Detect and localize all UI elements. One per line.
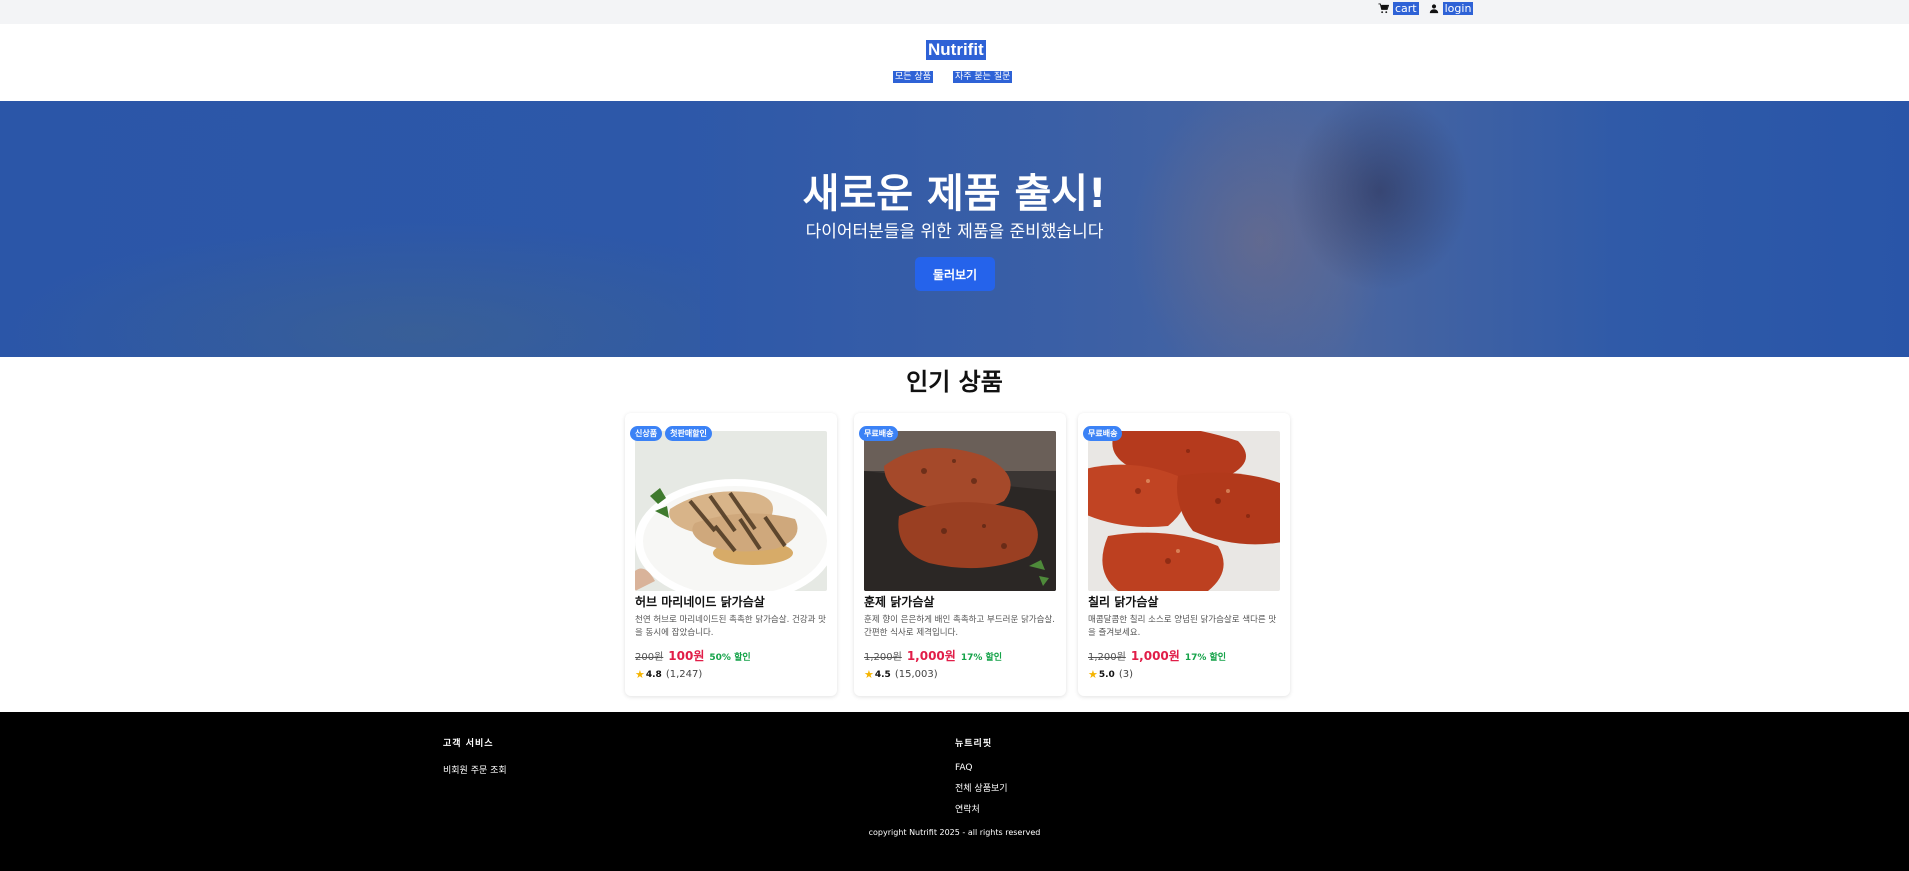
original-price: 1,200원	[864, 652, 902, 663]
product-description: 천연 허브로 마리네이드된 촉촉한 닭가슴살. 건강과 맛을 동시에 잡았습니다…	[635, 615, 826, 638]
product-card[interactable]: 신상품 첫판매할인 허브 마리네이드 닭가슴살 천연 허브로 마리네이드된 촉촉…	[625, 413, 837, 696]
product-card[interactable]: 무료배송 훈제 닭가슴살 훈제 향이 은은하게 배인 촉촉하고 부드러운 닭가슴…	[854, 413, 1066, 696]
utility-links: cart login	[1378, 2, 1474, 15]
product-price: 1,200원 1,000원 17% 할인	[864, 647, 1002, 664]
original-price: 1,200원	[1088, 652, 1126, 663]
cart-label[interactable]: cart	[1393, 2, 1419, 15]
star-icon: ★	[864, 668, 874, 681]
footer-link-all-products[interactable]: 전체 상품보기	[955, 781, 1008, 794]
sale-price: 1,000원	[906, 649, 956, 663]
top-utility-bar: cart login	[0, 0, 1909, 24]
main-nav: 모든 상품 자주 묻는 질문	[893, 71, 1013, 83]
product-image[interactable]	[864, 431, 1056, 591]
hero-title: 새로운 제품 출시!	[802, 171, 1107, 217]
product-description: 훈제 향이 은은하게 배인 촉촉하고 부드러운 닭가슴살. 간편한 식사로 제격…	[864, 615, 1055, 638]
product-rating: ★ 4.5 (15,003)	[864, 668, 938, 681]
login-label[interactable]: login	[1442, 2, 1474, 15]
cart-link[interactable]: cart	[1378, 2, 1419, 15]
footer-link-guest-order[interactable]: 비회원 주문 조회	[443, 763, 507, 776]
product-image[interactable]	[1088, 431, 1280, 591]
badge-free-shipping: 무료배송	[1083, 426, 1123, 441]
discount-rate: 17% 할인	[960, 653, 1003, 663]
cart-icon	[1378, 3, 1389, 14]
nav-all-products[interactable]: 모든 상품	[893, 71, 933, 83]
product-badges: 무료배송	[1083, 426, 1123, 441]
badge-free-shipping: 무료배송	[859, 426, 899, 441]
product-name[interactable]: 훈제 닭가슴살	[864, 593, 934, 610]
discount-rate: 17% 할인	[1184, 653, 1227, 663]
product-price: 1,200원 1,000원 17% 할인	[1088, 647, 1226, 664]
review-count: (15,003)	[894, 669, 938, 680]
review-count: (1,247)	[665, 669, 703, 680]
star-icon: ★	[635, 668, 645, 681]
discount-rate: 50% 할인	[709, 653, 751, 663]
browse-button[interactable]: 둘러보기	[915, 257, 995, 291]
product-badges: 무료배송	[859, 426, 899, 441]
footer-heading: 고객 서비스	[443, 739, 494, 749]
original-price: 200원	[635, 652, 664, 663]
login-link[interactable]: login	[1429, 2, 1474, 15]
site-footer: 고객 서비스 비회원 주문 조회 뉴트리핏 FAQ 전체 상품보기 연락처 co…	[0, 712, 1909, 871]
product-name[interactable]: 허브 마리네이드 닭가슴살	[635, 593, 765, 610]
rating-score: 4.5	[874, 669, 891, 680]
star-icon: ★	[1088, 668, 1098, 681]
footer-customer-service: 고객 서비스 비회원 주문 조회	[443, 736, 507, 784]
badge-first-sale: 첫판매할인	[665, 426, 712, 441]
hero-banner: 새로운 제품 출시! 다이어터분들을 위한 제품을 준비했습니다 둘러보기	[0, 101, 1909, 357]
nav-faq[interactable]: 자주 묻는 질문	[952, 71, 1013, 83]
sale-price: 100원	[668, 649, 705, 663]
product-description: 매콤달콤한 칠리 소스로 양념된 닭가슴살로 색다른 맛을 즐겨보세요.	[1088, 615, 1277, 638]
hero-subtitle: 다이어터분들을 위한 제품을 준비했습니다	[805, 222, 1104, 242]
footer-link-faq[interactable]: FAQ	[955, 763, 1008, 773]
copyright: copyright Nutrifit 2025 - all rights res…	[868, 828, 1041, 837]
badge-new: 신상품	[630, 426, 663, 441]
footer-company: 뉴트리핏 FAQ 전체 상품보기 연락처	[955, 736, 1008, 823]
product-badges: 신상품 첫판매할인	[630, 426, 712, 441]
review-count: (3)	[1118, 669, 1133, 680]
rating-score: 4.8	[645, 669, 662, 680]
product-name[interactable]: 칠리 닭가슴살	[1088, 593, 1158, 610]
rating-score: 5.0	[1098, 669, 1115, 680]
brand-logo[interactable]: Nutrifit	[926, 40, 986, 60]
footer-heading: 뉴트리핏	[955, 739, 993, 749]
product-rating: ★ 4.8 (1,247)	[635, 668, 702, 681]
product-rating: ★ 5.0 (3)	[1088, 668, 1133, 681]
sale-price: 1,000원	[1130, 649, 1180, 663]
footer-link-contact[interactable]: 연락처	[955, 802, 1008, 815]
popular-products-title: 인기 상품	[906, 368, 1003, 396]
site-header: Nutrifit 모든 상품 자주 묻는 질문	[0, 24, 1909, 101]
user-icon	[1429, 4, 1438, 14]
product-card[interactable]: 무료배송 칠리 닭가슴살 매콤달콤한 칠리 소스로 양념된 닭가슴살로 색다른 …	[1078, 413, 1290, 696]
product-price: 200원 100원 50% 할인	[635, 647, 751, 664]
product-image[interactable]	[635, 431, 827, 591]
